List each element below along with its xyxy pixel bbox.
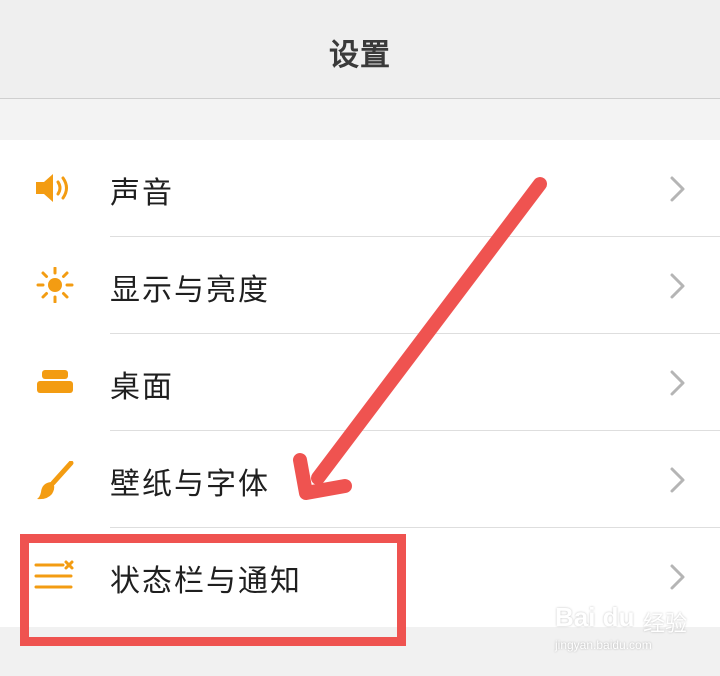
chevron-right-icon	[664, 271, 690, 301]
settings-item-label: 桌面	[110, 370, 174, 405]
watermark-brand: Bai du	[555, 602, 635, 632]
settings-item-label: 声音	[110, 176, 174, 211]
chevron-right-icon	[664, 465, 690, 495]
settings-screen: 设置 声音 显示与亮度 桌面 壁纸与字体 状态栏与通知 Bai du 经验 ji…	[0, 0, 720, 676]
watermark-url: jingyan.baidu.com	[555, 638, 652, 652]
chevron-right-icon	[664, 368, 690, 398]
annotation-highlight-box	[20, 534, 406, 646]
watermark-suffix: 经验	[643, 612, 688, 637]
settings-item-display[interactable]: 显示与亮度	[0, 237, 720, 334]
baidu-jingyan-watermark: Bai du 经验 jingyan.baidu.com	[555, 598, 705, 658]
desktop-icon	[33, 364, 77, 400]
brush-icon	[33, 460, 77, 500]
page-title: 设置	[329, 38, 391, 73]
settings-item-desktop[interactable]: 桌面	[0, 334, 720, 431]
sun-icon	[33, 266, 77, 304]
chevron-right-icon	[664, 174, 690, 204]
section-gap	[0, 99, 720, 140]
settings-item-label: 显示与亮度	[110, 273, 270, 308]
settings-item-wallpaper-font[interactable]: 壁纸与字体	[0, 431, 720, 528]
chevron-right-icon	[664, 562, 690, 592]
speaker-icon	[33, 170, 77, 206]
settings-item-sound[interactable]: 声音	[0, 140, 720, 237]
settings-item-label: 壁纸与字体	[110, 467, 270, 502]
title-bar: 设置	[0, 0, 720, 99]
